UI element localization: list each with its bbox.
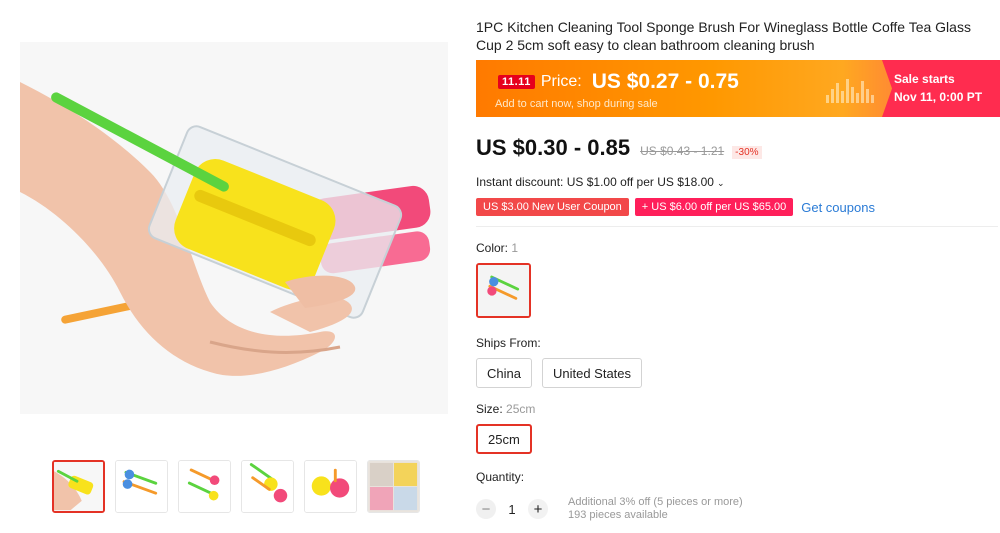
product-title: 1PC Kitchen Cleaning Tool Sponge Brush F… [476,19,971,53]
size-option-25cm[interactable]: 25cm [476,424,532,454]
quantity-decrease-button[interactable]: − [476,499,496,519]
chevron-down-icon: ⌄ [716,178,725,188]
thumbnail-5[interactable] [304,460,357,513]
thumbnail-3-image [179,461,230,512]
thumbnail-3[interactable] [178,460,231,513]
ships-from-china[interactable]: China [476,358,532,388]
thumbnail-6[interactable] [367,460,420,513]
sale-starts-label: Sale starts [894,72,955,86]
promo-sound-wave-decoration [826,60,882,117]
thumbnail-strip [52,460,420,513]
thumbnail-2[interactable] [115,460,168,513]
color-label: Color: [476,241,509,255]
thumbnail-2-image [116,461,167,512]
promo-left: 11.11 Price: US $0.27 - 0.75 Add to cart… [476,60,826,117]
coupon-row: US $3.00 New User Coupon + US $6.00 off … [476,198,1000,216]
thumbnail-5-image [305,461,356,512]
bulk-discount-note: Additional 3% off (5 pieces or more) [568,496,743,508]
thumbnail-4-image [242,461,293,512]
promo-price-label: Price: [540,73,582,90]
sale-1111-badge: 11.11 [498,75,535,89]
color-selected-value: 1 [511,241,519,255]
thumbnail-4[interactable] [241,460,294,513]
stock-available-note: 193 pieces available [568,509,668,521]
sale-promo-banner: 11.11 Price: US $0.27 - 0.75 Add to cart… [476,60,1000,117]
promo-subtext: Add to cart now, shop during sale [495,98,658,110]
quantity-stepper: − 1 + Additional 3% off (5 pieces or mor… [476,496,1000,522]
size-selected-value: 25cm [506,402,536,416]
product-photo-illustration [20,42,448,414]
store-coupon-label: US $6.00 off per US $65.00 [651,201,787,213]
size-options: 25cm [476,424,1000,454]
thumbnail-6-image [368,461,419,512]
color-swatch-image [478,265,529,316]
color-swatch-1[interactable] [476,263,531,318]
quantity-notes: Additional 3% off (5 pieces or more) 193… [568,496,743,522]
thumbnail-1[interactable] [52,460,105,513]
instant-discount-text: Instant discount: US $1.00 off per US $1… [476,175,714,189]
size-label: Size: [476,402,503,416]
size-label-row: Size: 25cm [476,402,1000,416]
quantity-value[interactable]: 1 [496,502,528,517]
get-coupons-link[interactable]: Get coupons [801,200,875,215]
sale-starts-date: Nov 11, 0:00 PT [894,90,983,104]
price-row: US $0.30 - 0.85 US $0.43 - 1.21 -30% [476,135,1000,161]
discount-badge: -30% [732,146,762,159]
ships-from-united-states[interactable]: United States [541,358,643,388]
ships-from-label: Ships From: [476,336,541,350]
promo-price: US $0.27 - 0.75 [591,70,739,93]
main-product-image[interactable] [20,42,448,414]
color-label-row: Color: 1 [476,241,1000,255]
promo-price-row: 11.11 Price: US $0.27 - 0.75 [498,70,826,94]
current-price: US $0.30 - 0.85 [476,135,631,160]
original-price: US $0.43 - 1.21 [640,144,725,158]
divider [476,226,998,227]
store-coupon[interactable]: + US $6.00 off per US $65.00 [634,198,794,216]
quantity-label: Quantity: [476,470,525,484]
new-user-coupon[interactable]: US $3.00 New User Coupon [476,198,629,216]
ships-from-options: China United States [476,358,1000,388]
product-info-panel: 1PC Kitchen Cleaning Tool Sponge Brush F… [476,18,1000,522]
quantity-increase-button[interactable]: + [528,499,548,519]
plus-icon: + [641,201,652,213]
instant-discount[interactable]: Instant discount: US $1.00 off per US $1… [476,175,1000,189]
sale-starts-box: Sale starts Nov 11, 0:00 PT [882,60,1000,117]
thumbnail-1-image [54,462,103,511]
